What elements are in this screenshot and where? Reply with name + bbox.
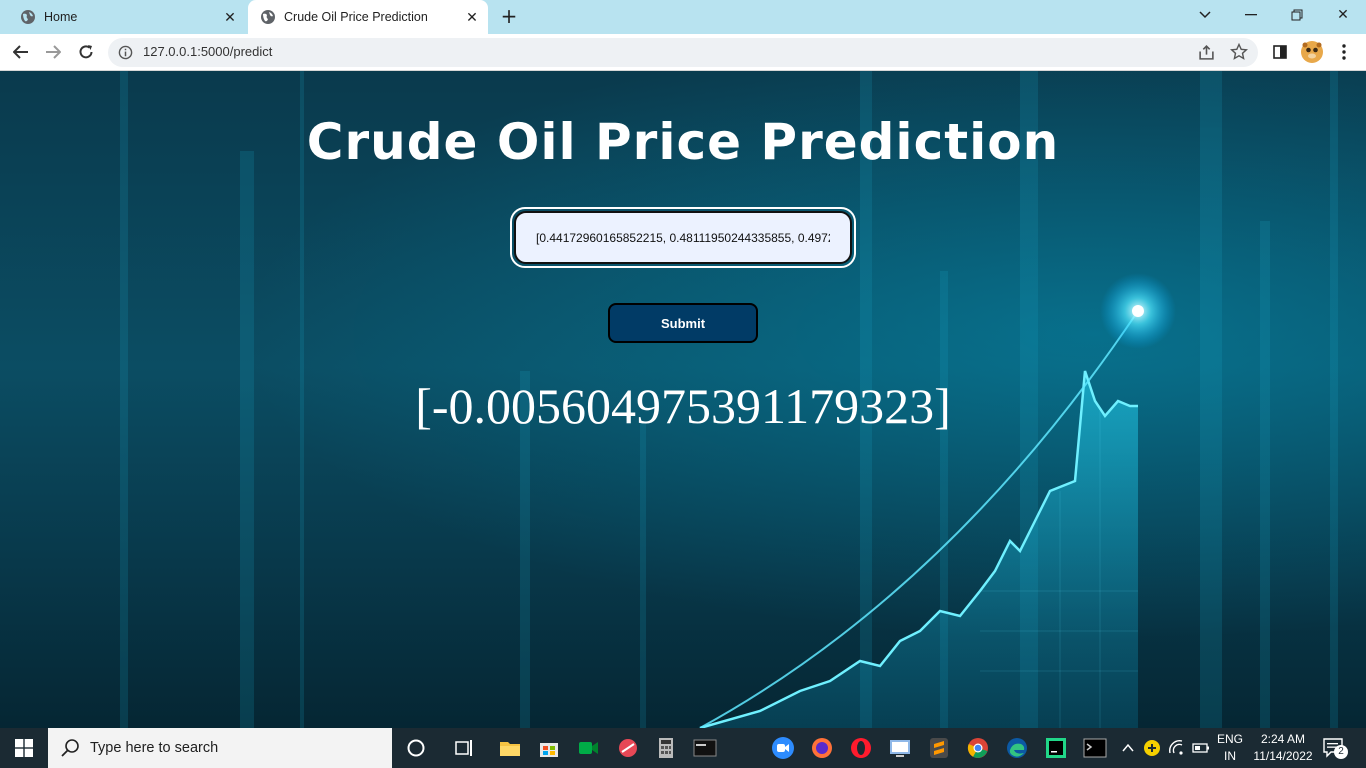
close-icon[interactable]: ✕ [220,9,240,26]
page-body: Crude Oil Price Prediction Submit [-0.00… [0,71,1366,728]
calculator-icon[interactable] [654,736,678,760]
back-icon[interactable] [8,39,34,65]
address-bar[interactable]: 127.0.0.1:5000/predict [108,38,1258,67]
side-panel-icon[interactable] [1270,42,1290,62]
clock[interactable]: 2:24 AM 11/14/2022 [1246,731,1320,765]
snipping-tool-icon[interactable] [616,736,640,760]
language-indicator[interactable]: ENG IN [1214,731,1246,765]
meet-icon[interactable] [576,736,600,760]
submit-button[interactable]: Submit [608,303,758,343]
edge-icon[interactable] [1005,736,1029,760]
clock-time: 2:24 AM [1260,732,1306,746]
chevron-up-icon[interactable] [1120,740,1136,756]
input-outline [510,207,856,268]
close-icon[interactable]: ✕ [462,9,482,26]
cortana-icon[interactable] [404,736,428,760]
security-tray-icon[interactable] [1143,739,1161,757]
new-tab-button[interactable]: + [498,6,520,28]
page-title: Crude Oil Price Prediction [306,113,1060,171]
tab-home[interactable]: Home ✕ [8,0,246,34]
reload-icon[interactable] [73,39,99,65]
globe-icon [261,10,275,24]
taskbar-search[interactable]: Type here to search [48,728,392,768]
tab-title: Home [44,10,78,24]
bookmark-star-icon[interactable] [1230,43,1248,61]
browser-toolbar: 127.0.0.1:5000/predict [0,34,1366,71]
tab-strip: Home ✕ Crude Oil Price Prediction ✕ + ✕ [0,0,1366,34]
zoom-icon[interactable] [771,736,795,760]
mysql-terminal-icon[interactable] [693,736,717,760]
windows-start-icon[interactable] [0,728,48,768]
wifi-icon[interactable] [1168,739,1186,757]
notification-badge: 2 [1334,745,1348,759]
battery-icon[interactable] [1192,739,1210,757]
url-text: 127.0.0.1:5000/predict [143,44,273,59]
task-view-icon[interactable] [452,736,476,760]
firefox-icon[interactable] [810,736,834,760]
file-explorer-icon[interactable] [498,736,522,760]
feature-input[interactable] [514,211,852,264]
menu-kebab-icon[interactable] [1334,42,1354,62]
share-icon[interactable] [1198,44,1215,61]
minimize-icon[interactable] [1228,0,1274,30]
info-icon[interactable] [118,45,133,60]
restore-icon[interactable] [1274,0,1320,30]
forward-icon[interactable] [40,39,66,65]
sublime-text-icon[interactable] [927,736,951,760]
taskbar: Type here to search ENG IN 2:24 AM 11/14… [0,728,1366,768]
command-prompt-icon[interactable] [1083,736,1107,760]
tab-search-icon[interactable] [1182,0,1228,30]
store-icon[interactable] [537,736,561,760]
clock-date: 11/14/2022 [1253,749,1313,763]
region-code: IN [1224,749,1236,763]
globe-icon [21,10,35,24]
remote-desktop-icon[interactable] [888,736,912,760]
profile-avatar[interactable] [1300,40,1324,64]
lang-code: ENG [1216,732,1243,746]
pycharm-icon[interactable] [1044,736,1068,760]
tab-title: Crude Oil Price Prediction [284,10,428,24]
notifications-icon[interactable]: 2 [1322,736,1348,760]
prediction-result: [-0.005604975391179323] [415,378,951,434]
opera-icon[interactable] [849,736,873,760]
chrome-icon[interactable] [966,736,990,760]
window-close-icon[interactable]: ✕ [1320,0,1366,30]
tab-crude-oil[interactable]: Crude Oil Price Prediction ✕ [248,0,488,34]
search-icon [61,739,79,757]
search-placeholder: Type here to search [90,740,219,756]
